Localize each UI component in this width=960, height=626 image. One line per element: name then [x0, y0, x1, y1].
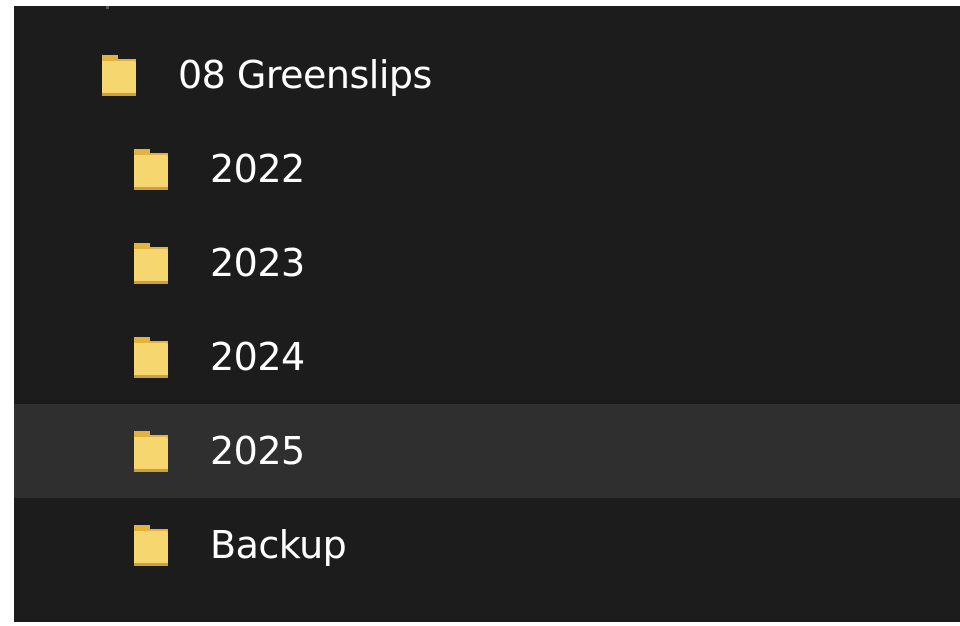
folder-icon	[134, 431, 168, 472]
navigation-pane: 08 Greenslips 2022 2023 2024 2025 Backup	[14, 6, 960, 622]
tree-item-2024[interactable]: 2024	[14, 310, 960, 404]
tree-item-label: Backup	[210, 523, 347, 567]
tree-item-label: 2024	[210, 335, 305, 379]
folder-icon	[134, 337, 168, 378]
tree-item-2022[interactable]: 2022	[14, 122, 960, 216]
folder-icon	[134, 243, 168, 284]
tree-item-08-greenslips[interactable]: 08 Greenslips	[14, 28, 960, 122]
tree-item-label: 2025	[210, 429, 305, 473]
tree-item-2025[interactable]: 2025	[14, 404, 960, 498]
folder-icon	[134, 149, 168, 190]
tree-item-backup[interactable]: Backup	[14, 498, 960, 592]
folder-icon	[102, 55, 136, 96]
tree-item-label: 2022	[210, 147, 305, 191]
tree-item-label: 08 Greenslips	[178, 53, 432, 97]
tree-item-label: 2023	[210, 241, 305, 285]
tree-item-2023[interactable]: 2023	[14, 216, 960, 310]
tree-line-fragment	[106, 6, 109, 9]
folder-tree: 08 Greenslips 2022 2023 2024 2025 Backup	[14, 28, 960, 592]
folder-icon	[134, 525, 168, 566]
